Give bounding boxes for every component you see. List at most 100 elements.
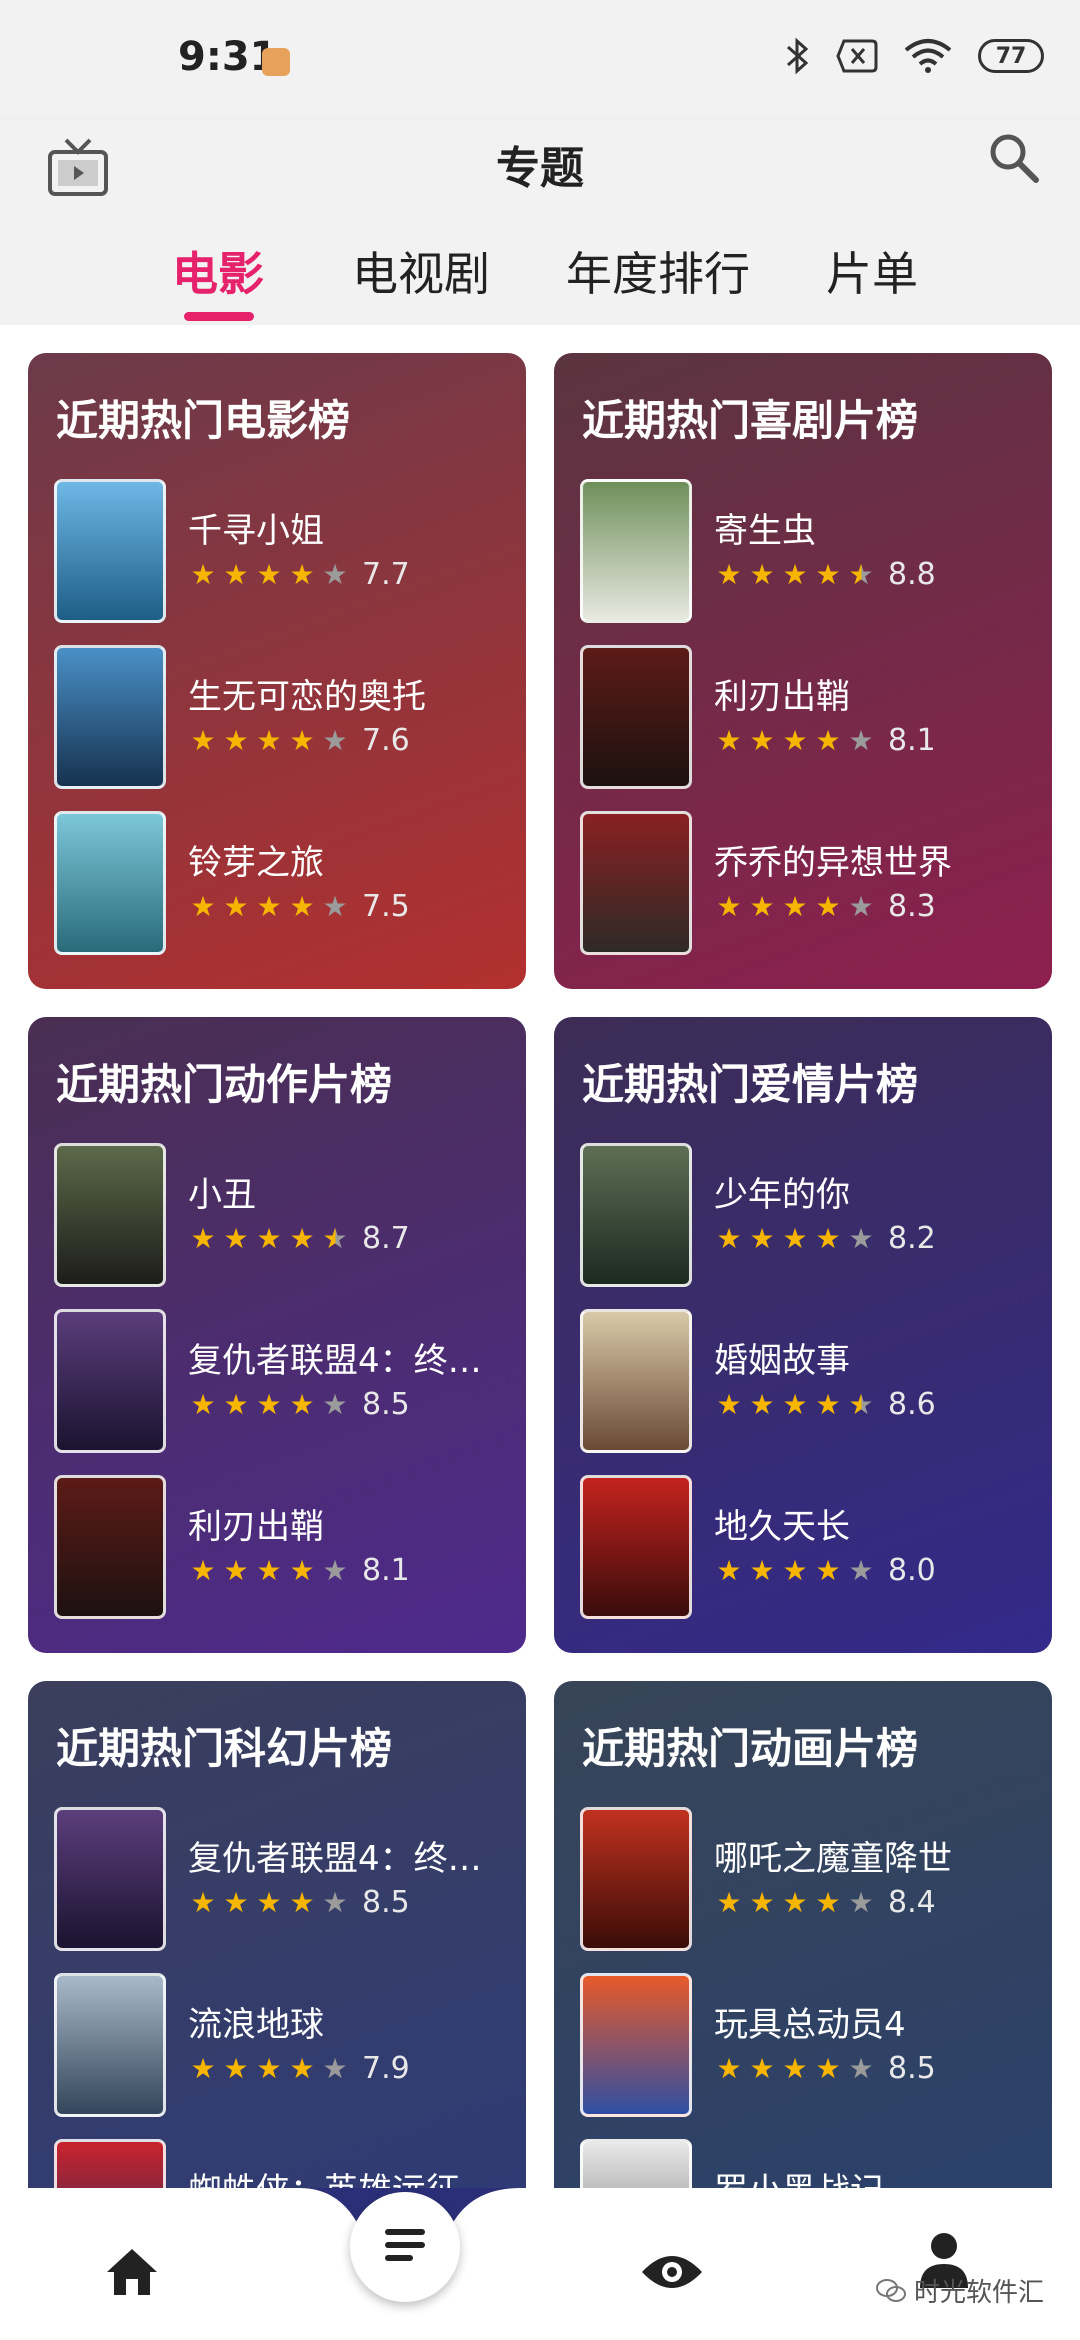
movie-poster[interactable] [580,645,692,789]
star-icon: ★ [322,1553,348,1587]
rating: ★ ★ ★ ★ ★ 8.3 [714,889,936,924]
movie-poster[interactable] [580,1309,692,1453]
star-icon: ★ [322,1885,348,1919]
tab-tv-series[interactable]: 电视剧 [352,238,490,304]
star-icon: ★ [749,889,775,923]
score: 8.5 [362,1387,410,1422]
movie-poster[interactable] [54,645,166,789]
movie-poster[interactable] [580,1973,692,2117]
home-icon[interactable] [104,2246,160,2302]
movie-item[interactable]: 生无可恋的奥托 ★ ★ ★ ★ ★ 7.6 [54,645,514,789]
rating: ★ ★ ★ ★ ★ 8.1 [714,723,935,758]
movie-item[interactable]: 寄生虫 ★ ★ ★ ★ ★ 8.8 [580,479,1040,623]
star-icon: ★ [815,1553,841,1587]
tab-annual-ranking[interactable]: 年度排行 [566,238,750,304]
movie-poster[interactable] [54,1973,166,2117]
star-rating: ★★★★★ [188,1885,350,1919]
movie-item[interactable]: 地久天长 ★ ★ ★ ★ ★ 8.0 [580,1475,1040,1619]
star-icon: ★ [815,889,841,923]
star-icon: ★ [815,723,841,757]
star-icon: ★ [716,1221,742,1255]
menu-fab-button[interactable] [350,2192,460,2302]
rating: ★ ★ ★ ★ ★ 8.5 [714,2051,935,2086]
topic-list[interactable]: 近期热门电影榜 千寻小姐 ★ ★ ★ ★ ★ 7.7 生无可恋的奥托 ★ ★ ★ ★ ★ 7.6 铃芽之旅 ★ ★… [0,325,1080,2340]
movie-poster[interactable] [580,1143,692,1287]
movie-poster[interactable] [54,479,166,623]
movie-poster[interactable] [54,811,166,955]
star-icon: ★ [815,557,841,591]
movie-item[interactable]: 少年的你 ★ ★ ★ ★ ★ 8.2 [580,1143,1040,1287]
movie-title: 复仇者联盟4：终局之战 [188,1341,508,1381]
star-icon: ★ [716,1387,742,1421]
movie-title: 玩具总动员4 [714,2005,906,2045]
score: 8.0 [888,1553,936,1588]
tab-movies[interactable]: 电影 [172,238,264,304]
star-icon: ★ [223,1553,249,1587]
movie-poster[interactable] [580,479,692,623]
movie-poster[interactable] [580,811,692,955]
star-icon: ★ [190,1553,216,1587]
card-title: 近期热门动作片榜 [56,1060,393,1109]
rating: ★ ★ ★ ★ ★ 7.5 [188,889,409,924]
star-icon: ★ [815,1387,841,1421]
star-icon: ★ [256,1553,282,1587]
tab-playlists[interactable]: 片单 [826,238,918,304]
topic-card[interactable]: 近期热门电影榜 千寻小姐 ★ ★ ★ ★ ★ 7.7 生无可恋的奥托 ★ ★ ★ ★ ★ 7.6 铃芽之旅 ★ ★… [28,353,526,989]
star-icon: ★ [289,889,315,923]
star-icon: ★ [749,723,775,757]
score: 8.4 [888,1885,936,1920]
card-title: 近期热门喜剧片榜 [582,396,919,445]
movie-item[interactable]: 利刃出鞘 ★ ★ ★ ★ ★ 8.1 [580,645,1040,789]
topic-card[interactable]: 近期热门动作片榜小丑★★★★★8.7复仇者联盟4：终局之战★★★★★8.5利刃出… [28,1017,526,1653]
active-tab-indicator [184,312,254,321]
search-icon[interactable] [986,130,1042,190]
movie-poster[interactable] [580,1807,692,1951]
movie-poster[interactable] [54,1475,166,1619]
score: 8.2 [888,1221,936,1256]
star-icon: ★ [782,1553,808,1587]
star-icon: ★ [848,889,874,923]
movie-poster[interactable] [54,1807,166,1951]
movie-title: 铃芽之旅 [188,843,324,883]
movie-item[interactable]: 复仇者联盟4：终局之战★★★★★8.5 [54,1807,514,1951]
star-icon: ★ [190,2051,216,2085]
movie-item[interactable]: 哪吒之魔童降世 ★ ★ ★ ★ ★ 8.4 [580,1807,1040,1951]
movie-item[interactable]: 千寻小姐 ★ ★ ★ ★ ★ 7.7 [54,479,514,623]
topic-card[interactable]: 近期热门喜剧片榜 寄生虫 ★ ★ ★ ★ ★ 8.8 利刃出鞘 ★ ★ ★ ★ ★ 8.1 乔乔的异想世界 ★ ★… [554,353,1052,989]
star-icon: ★ [256,557,282,591]
star-icon: ★ [322,2051,348,2085]
status-bar: 9:31 77 [0,0,1080,120]
movie-item[interactable]: 复仇者联盟4：终局之战★★★★★8.5 [54,1309,514,1453]
movie-item[interactable]: 铃芽之旅 ★ ★ ★ ★ ★ 7.5 [54,811,514,955]
movie-item[interactable]: 流浪地球 ★ ★ ★ ★ ★ 7.9 [54,1973,514,2117]
star-rating: ★★★★★ [188,889,350,923]
rating: ★ ★ ★ ★ ★ 7.9 [188,2051,409,2086]
movie-poster[interactable] [54,1143,166,1287]
star-icon: ★ [782,889,808,923]
movie-poster[interactable] [54,1309,166,1453]
star-icon: ★ [749,1553,775,1587]
star-icon: ★ [190,1387,216,1421]
star-icon: ★ [190,1885,216,1919]
star-icon: ★ [749,557,775,591]
eye-icon[interactable] [640,2250,704,2298]
movie-poster[interactable] [580,1475,692,1619]
rating: ★ ★ ★ ★ ★ 8.5 [188,1387,410,1422]
score: 8.3 [888,889,936,924]
star-icon: ★ [782,1885,808,1919]
star-icon: ★ [190,1221,216,1255]
movie-item[interactable]: 婚姻故事 ★ ★ ★ ★ ★ 8.6 [580,1309,1040,1453]
tab-bar: 电影 电视剧 年度排行 片单 [0,238,1080,318]
topic-card[interactable]: 近期热门爱情片榜 少年的你 ★ ★ ★ ★ ★ 8.2 婚姻故事 ★ ★ ★ ★ ★ 8.6 地久天长 ★ ★ ★ ★… [554,1017,1052,1653]
movie-item[interactable]: 利刃出鞘 ★ ★ ★ ★ ★ 8.1 [54,1475,514,1619]
star-icon: ★ [256,2051,282,2085]
star-icon: ★ [223,723,249,757]
rating: ★ ★ ★ ★ ★ 8.1 [188,1553,409,1588]
movie-item[interactable]: 小丑 ★ ★ ★ ★ ★ 8.7 [54,1143,514,1287]
movie-title: 乔乔的异想世界 [714,843,952,883]
card-title: 近期热门电影榜 [56,396,351,445]
app-header: 专题 电影 电视剧 年度排行 片单 [0,120,1080,325]
movie-item[interactable]: 玩具总动员4 ★ ★ ★ ★ ★ 8.5 [580,1973,1040,2117]
movie-item[interactable]: 乔乔的异想世界 ★ ★ ★ ★ ★ 8.3 [580,811,1040,955]
page-title: 专题 [496,143,584,194]
